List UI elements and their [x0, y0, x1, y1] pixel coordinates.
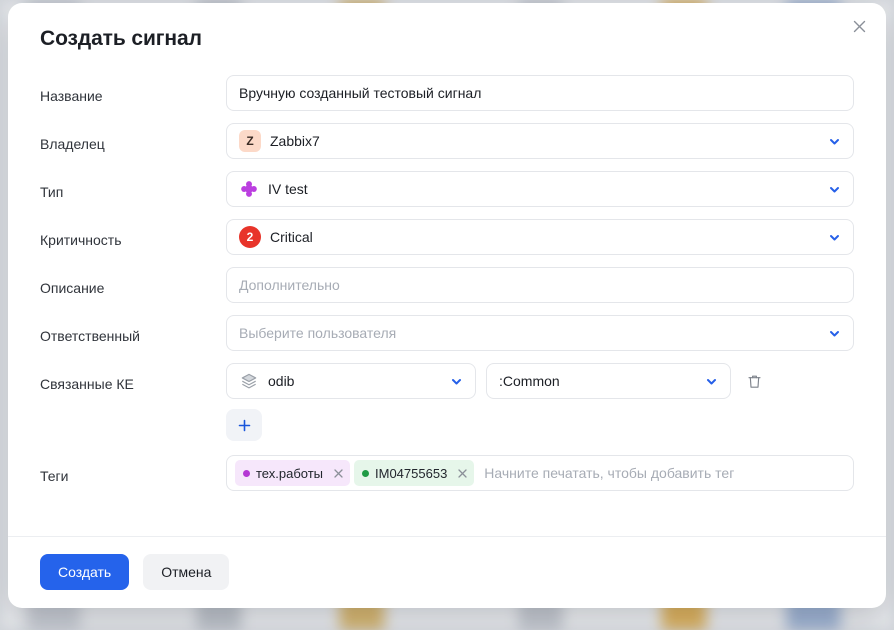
- form-row-owner: Владелец Z Zabbix7: [40, 123, 854, 159]
- chevron-down-icon[interactable]: [827, 182, 841, 196]
- label-description: Описание: [40, 267, 226, 297]
- label-owner: Владелец: [40, 123, 226, 153]
- label-assignee: Ответственный: [40, 315, 226, 345]
- chevron-down-icon[interactable]: [704, 374, 718, 388]
- form-row-severity: Критичность 2 Critical: [40, 219, 854, 255]
- signal-form: Название Владелец Z Zabbix7: [8, 75, 886, 532]
- type-select[interactable]: IV test: [226, 171, 854, 207]
- label-name: Название: [40, 75, 226, 105]
- tag-label: тех.работы: [256, 466, 323, 481]
- tag-chip[interactable]: тех.работы: [235, 460, 350, 486]
- severity-value: Critical: [270, 229, 313, 245]
- clover-icon: [239, 179, 259, 199]
- chevron-down-icon[interactable]: [827, 326, 841, 340]
- label-severity: Критичность: [40, 219, 226, 249]
- assignee-placeholder: Выберите пользователя: [239, 325, 396, 341]
- label-tags: Теги: [40, 455, 226, 485]
- assignee-select[interactable]: Выберите пользователя: [226, 315, 854, 351]
- close-icon[interactable]: [846, 13, 872, 39]
- owner-value: Zabbix7: [270, 133, 320, 149]
- create-button[interactable]: Создать: [40, 554, 129, 590]
- ci-select[interactable]: odib: [226, 363, 476, 399]
- owner-select[interactable]: Z Zabbix7: [226, 123, 854, 159]
- severity-badge: 2: [239, 226, 261, 248]
- form-row-tags: Теги тех.работы IM04755653: [40, 455, 854, 491]
- chevron-down-icon[interactable]: [827, 230, 841, 244]
- chevron-down-icon[interactable]: [449, 374, 463, 388]
- form-row-assignee: Ответственный Выберите пользователя: [40, 315, 854, 351]
- form-row-description: Описание: [40, 267, 854, 303]
- plus-icon[interactable]: [226, 409, 262, 441]
- ci-namespace-select[interactable]: :Common: [486, 363, 731, 399]
- trash-icon[interactable]: [741, 368, 767, 394]
- tag-label: IM04755653: [375, 466, 447, 481]
- label-type: Тип: [40, 171, 226, 201]
- ci-value: odib: [268, 373, 294, 389]
- severity-select[interactable]: 2 Critical: [226, 219, 854, 255]
- tag-color-dot: [243, 470, 250, 477]
- tag-chip[interactable]: IM04755653: [354, 460, 474, 486]
- create-signal-dialog: Создать сигнал Название Владелец Z Zabbi…: [8, 3, 886, 608]
- tag-input[interactable]: [478, 458, 845, 488]
- description-field-wrapper[interactable]: [226, 267, 854, 303]
- form-row-name: Название: [40, 75, 854, 111]
- linked-ci-row: odib :Common: [226, 363, 854, 399]
- chevron-down-icon[interactable]: [827, 134, 841, 148]
- name-input[interactable]: [239, 85, 841, 101]
- form-row-type: Тип IV test: [40, 171, 854, 207]
- ci-namespace-value: :Common: [499, 373, 560, 389]
- layers-icon: [239, 371, 259, 391]
- type-value: IV test: [268, 181, 308, 197]
- cancel-button[interactable]: Отмена: [143, 554, 229, 590]
- dialog-footer: Создать Отмена: [40, 554, 229, 590]
- close-icon[interactable]: [454, 465, 470, 481]
- footer-divider: [8, 536, 886, 537]
- avatar: Z: [239, 130, 261, 152]
- tags-field[interactable]: тех.работы IM04755653: [226, 455, 854, 491]
- label-linked-ci: Связанные КЕ: [40, 363, 226, 393]
- form-row-linked-ci: Связанные КЕ odib: [40, 363, 854, 441]
- description-input[interactable]: [239, 277, 841, 293]
- name-field-wrapper[interactable]: [226, 75, 854, 111]
- close-icon[interactable]: [330, 465, 346, 481]
- dialog-title: Создать сигнал: [40, 27, 202, 51]
- tag-color-dot: [362, 470, 369, 477]
